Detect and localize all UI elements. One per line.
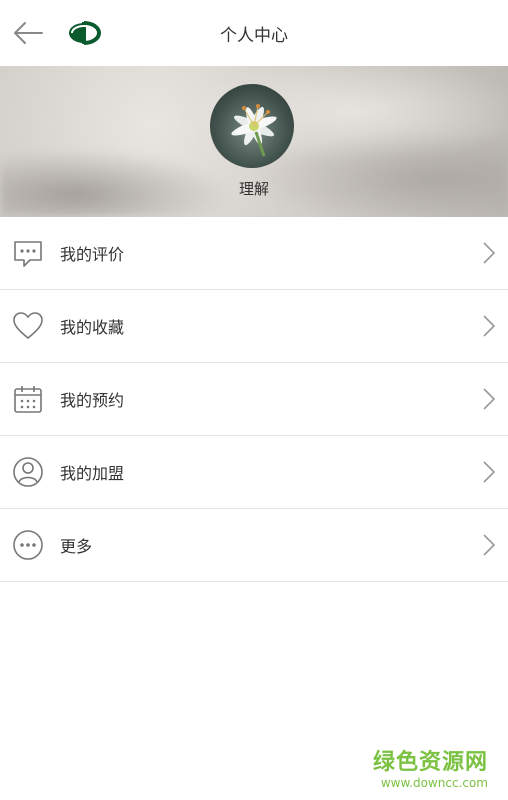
arrow-left-icon [14, 22, 43, 44]
more-icon [13, 530, 43, 560]
menu-item-franchise[interactable]: 我的加盟 [0, 436, 508, 509]
profile-banner: 理解 [0, 66, 508, 217]
chevron-right-icon [483, 315, 496, 337]
flower-avatar [231, 104, 277, 157]
menu-item-more[interactable]: 更多 [0, 509, 508, 582]
username: 理解 [238, 180, 269, 198]
watermark-url: www.downcc.com [380, 776, 488, 790]
back-button[interactable] [8, 13, 48, 53]
menu-item-label: 我的收藏 [60, 318, 125, 337]
chevron-right-icon [483, 388, 496, 410]
menu-item-label: 我的评价 [60, 245, 125, 264]
menu-item-reviews[interactable]: 我的评价 [0, 217, 508, 290]
menu-item-label: 更多 [60, 537, 93, 556]
user-icon [13, 457, 43, 487]
menu-list: 我的评价 我的收藏 我的预约 我的加盟 更多 [0, 217, 508, 582]
chevron-right-icon [483, 461, 496, 483]
avatar[interactable] [210, 84, 294, 168]
top-bar: 个人中心 [0, 0, 508, 66]
heart-icon [13, 312, 43, 340]
watermark-text: 绿色资源网 [372, 750, 488, 775]
chevron-right-icon [483, 534, 496, 556]
chevron-right-icon [483, 242, 496, 264]
comment-icon [14, 241, 42, 267]
menu-item-label: 我的加盟 [60, 464, 125, 483]
brand-logo [69, 21, 101, 45]
watermark: 绿色资源网 www.downcc.com [373, 744, 488, 790]
calendar-icon [14, 386, 42, 413]
menu-item-appointments[interactable]: 我的预约 [0, 363, 508, 436]
menu-item-favorites[interactable]: 我的收藏 [0, 290, 508, 363]
menu-item-label: 我的预约 [60, 391, 125, 410]
